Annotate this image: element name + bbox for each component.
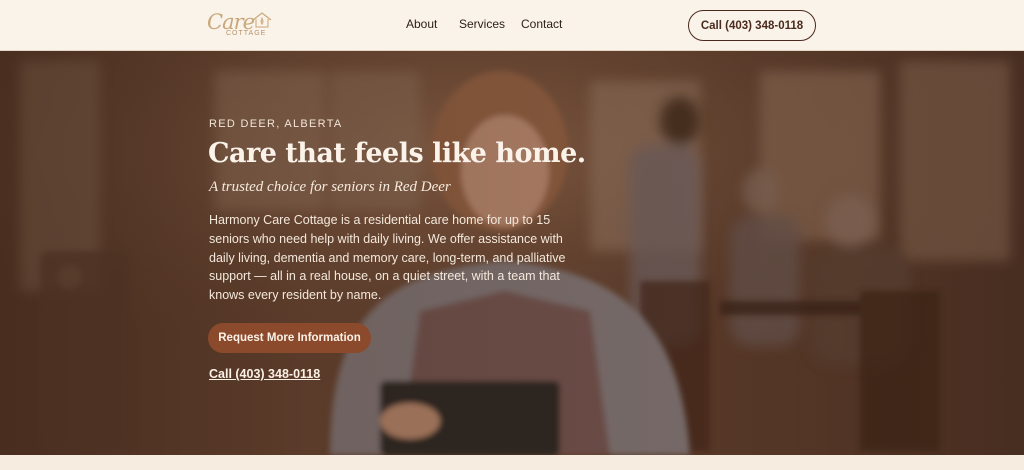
hero-subheadline: A trusted choice for seniors in Red Deer: [209, 179, 451, 195]
nav-link-services[interactable]: Services: [459, 17, 505, 31]
hero-description: Harmony Care Cottage is a residential ca…: [209, 213, 566, 303]
logo-sub-text: COTTAGE: [226, 30, 267, 37]
next-section-edge: [0, 455, 1024, 470]
header-call-button[interactable]: Call (403) 348-0118: [688, 10, 816, 41]
hero-eyebrow: RED DEER, ALBERTA: [209, 118, 343, 130]
nav-link-contact[interactable]: Contact: [521, 17, 562, 31]
site-logo[interactable]: Care COTTAGE: [207, 9, 277, 43]
request-information-button[interactable]: Request More Information: [208, 323, 371, 353]
nav-link-about[interactable]: About: [406, 17, 437, 31]
hero-phone-link[interactable]: Call (403) 348-0118: [209, 367, 320, 381]
site-header: Care COTTAGE About Services Contact Call…: [0, 0, 1024, 51]
house-icon: [252, 12, 272, 28]
hero-headline: Care that feels like home.: [208, 138, 586, 169]
